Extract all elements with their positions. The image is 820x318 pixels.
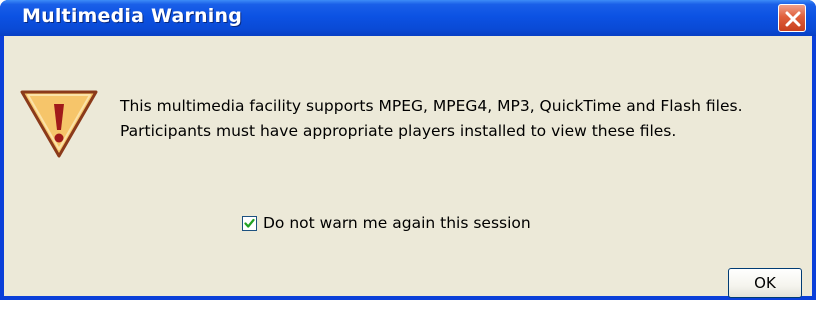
warning-triangle-icon [20, 90, 98, 158]
dialog-body: This multimedia facility supports MPEG, … [4, 36, 812, 298]
multimedia-warning-dialog: Multimedia Warning This multimedia facil… [0, 0, 816, 300]
message-line-2: Participants must have appropriate playe… [120, 122, 677, 140]
close-button[interactable] [778, 4, 806, 32]
warning-message: This multimedia facility supports MPEG, … [120, 94, 743, 144]
dont-warn-again-checkbox[interactable] [242, 215, 257, 231]
message-line-1: This multimedia facility supports MPEG, … [120, 97, 743, 115]
title-bar: Multimedia Warning [0, 0, 816, 36]
checkmark-icon [244, 218, 255, 228]
dialog-title: Multimedia Warning [22, 5, 243, 27]
close-icon [785, 11, 801, 27]
dont-warn-again-label[interactable]: Do not warn me again this session [263, 214, 531, 232]
ok-button[interactable]: OK [728, 268, 802, 298]
dont-warn-again-option[interactable]: Do not warn me again this session [242, 214, 531, 232]
